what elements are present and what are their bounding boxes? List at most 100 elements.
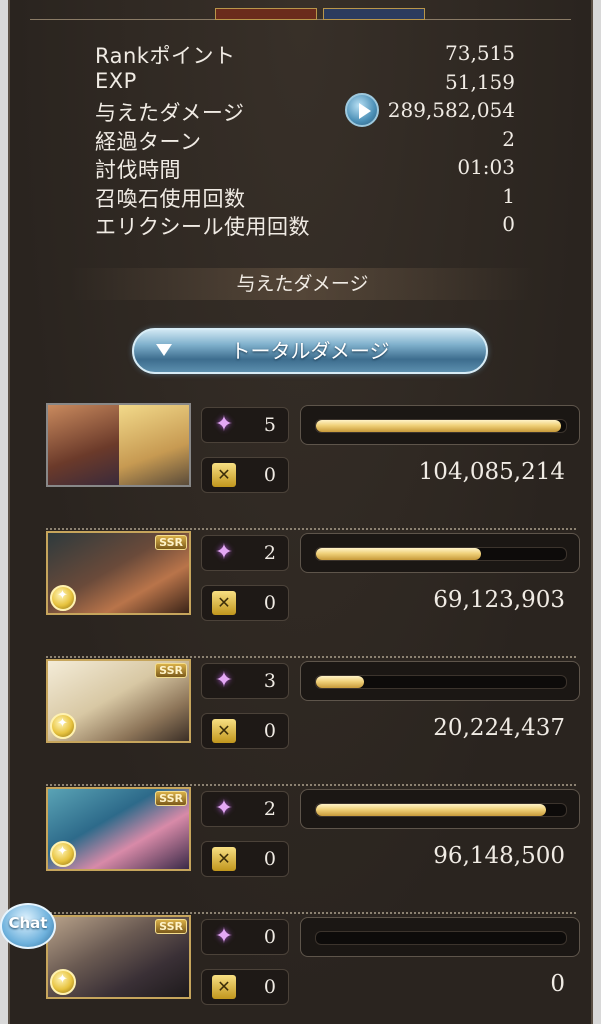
count-pill: ✕ 0 — [201, 457, 289, 493]
damage-bar-fill — [316, 804, 546, 816]
stat-label: 討伐時間 — [95, 158, 181, 182]
count-value: 0 — [263, 592, 276, 614]
damage-bar-track — [315, 931, 567, 945]
crossed-swords-icon: ✕ — [212, 591, 236, 615]
stat-label: 経過ターン — [95, 129, 202, 154]
count-value: 2 — [263, 542, 276, 564]
damage-bar-fill — [316, 420, 561, 432]
stat-value: 1 — [502, 183, 515, 208]
star-icon: ✦ — [214, 412, 234, 437]
count-pill: ✦ 2 — [201, 791, 289, 827]
section-title: 与えたダメージ — [70, 268, 535, 300]
stat-value: 289,582,054 — [387, 98, 515, 122]
count-pill: ✦ 2 — [201, 535, 289, 571]
count-value: 3 — [263, 670, 276, 692]
count-value: 5 — [263, 414, 276, 436]
ssr-badge: SSR — [155, 791, 187, 806]
battle-result-panel: Rankポイント 73,515 EXP 51,159 与えたダメージ 289,5… — [8, 0, 593, 1024]
dropdown-label: トータルダメージ — [230, 339, 390, 363]
chat-button[interactable]: Chat — [0, 903, 56, 949]
ssr-badge: SSR — [155, 535, 187, 550]
count-value: 0 — [263, 976, 276, 998]
star-icon: ✦ — [214, 924, 234, 949]
damage-bar-fill — [316, 676, 364, 688]
damage-bar — [300, 661, 580, 701]
crossed-swords-icon: ✕ — [212, 847, 236, 871]
damage-value: 96,148,500 — [433, 843, 565, 869]
character-row: SSR ✦ 2 ✕ 0 69,123,903 — [46, 531, 580, 658]
damage-value: 0 — [550, 971, 565, 997]
top-ornament — [30, 8, 571, 26]
count-pill: ✕ 0 — [201, 585, 289, 621]
stat-label: EXP — [95, 68, 137, 93]
result-stats: Rankポイント 73,515 EXP 51,159 与えたダメージ 289,5… — [95, 40, 515, 240]
stat-row-elixir: エリクシール使用回数 0 — [95, 211, 515, 240]
stat-value: 0 — [502, 212, 515, 236]
stat-row-damage: 与えたダメージ 289,582,054 — [95, 93, 515, 127]
top-thumb-2 — [323, 8, 425, 20]
count-pill: ✕ 0 — [201, 969, 289, 1005]
light-element-icon — [50, 585, 76, 611]
light-element-icon — [50, 841, 76, 867]
damage-bar — [300, 789, 580, 829]
count-value: 0 — [263, 720, 276, 742]
count-value: 0 — [263, 926, 276, 948]
stat-row-summons: 召喚石使用回数 1 — [95, 183, 515, 212]
star-icon: ✦ — [214, 668, 234, 693]
chat-label: Chat — [8, 914, 48, 932]
count-pill: ✦ 0 — [201, 919, 289, 955]
damage-bar-track — [315, 419, 567, 433]
stat-row-exp: EXP 51,159 — [95, 69, 515, 98]
count-pill: ✕ 0 — [201, 713, 289, 749]
ssr-badge: SSR — [155, 919, 187, 934]
character-portrait[interactable]: SSR — [46, 531, 191, 615]
top-thumbnails — [215, 8, 430, 20]
stat-row-turns: 経過ターン 2 — [95, 126, 515, 155]
stat-row-time: 討伐時間 01:03 — [95, 154, 515, 183]
damage-value: 20,224,437 — [433, 715, 565, 741]
light-element-icon — [50, 969, 76, 995]
count-pill: ✦ 5 — [201, 407, 289, 443]
stat-value: 2 — [502, 126, 515, 151]
row-divider — [46, 912, 576, 914]
count-pill: ✕ 0 — [201, 841, 289, 877]
damage-bar-track — [315, 547, 567, 561]
count-value: 0 — [263, 464, 276, 486]
damage-type-dropdown[interactable]: トータルダメージ — [132, 328, 488, 374]
stat-value: 01:03 — [457, 155, 515, 179]
stat-label: Rankポイント — [95, 44, 236, 68]
row-divider — [46, 784, 576, 786]
damage-value: 69,123,903 — [433, 587, 565, 613]
stat-row-rank: Rankポイント 73,515 — [95, 40, 515, 69]
portrait-sub — [118, 405, 189, 485]
row-divider — [46, 528, 576, 530]
count-pill: ✦ 3 — [201, 663, 289, 699]
damage-bar-track — [315, 675, 567, 689]
stat-label: 与えたダメージ — [95, 101, 245, 125]
count-value: 2 — [263, 798, 276, 820]
portrait-main — [48, 405, 119, 485]
play-icon[interactable] — [345, 93, 379, 127]
crossed-swords-icon: ✕ — [212, 719, 236, 743]
crossed-swords-icon: ✕ — [212, 975, 236, 999]
light-element-icon — [50, 713, 76, 739]
character-portrait[interactable]: SSR — [46, 915, 191, 999]
damage-bar — [300, 533, 580, 573]
count-value: 0 — [263, 848, 276, 870]
damage-bar-track — [315, 803, 567, 817]
character-row: ✦ 5 ✕ 0 104,085,214 — [46, 403, 580, 530]
character-row: SSR ✦ 3 ✕ 0 20,224,437 — [46, 659, 580, 786]
star-icon: ✦ — [214, 796, 234, 821]
damage-bar — [300, 405, 580, 445]
character-portrait[interactable]: SSR — [46, 787, 191, 871]
character-portrait[interactable]: SSR — [46, 659, 191, 743]
damage-value: 104,085,214 — [418, 459, 565, 485]
ssr-badge: SSR — [155, 663, 187, 678]
character-row: SSR ✦ 2 ✕ 0 96,148,500 — [46, 787, 580, 914]
character-portrait[interactable] — [46, 403, 191, 487]
crossed-swords-icon: ✕ — [212, 463, 236, 487]
stat-value: 51,159 — [445, 69, 515, 94]
damage-bar — [300, 917, 580, 957]
stat-label: エリクシール使用回数 — [95, 215, 310, 239]
character-row: SSR ✦ 0 ✕ 0 0 — [46, 915, 580, 1019]
